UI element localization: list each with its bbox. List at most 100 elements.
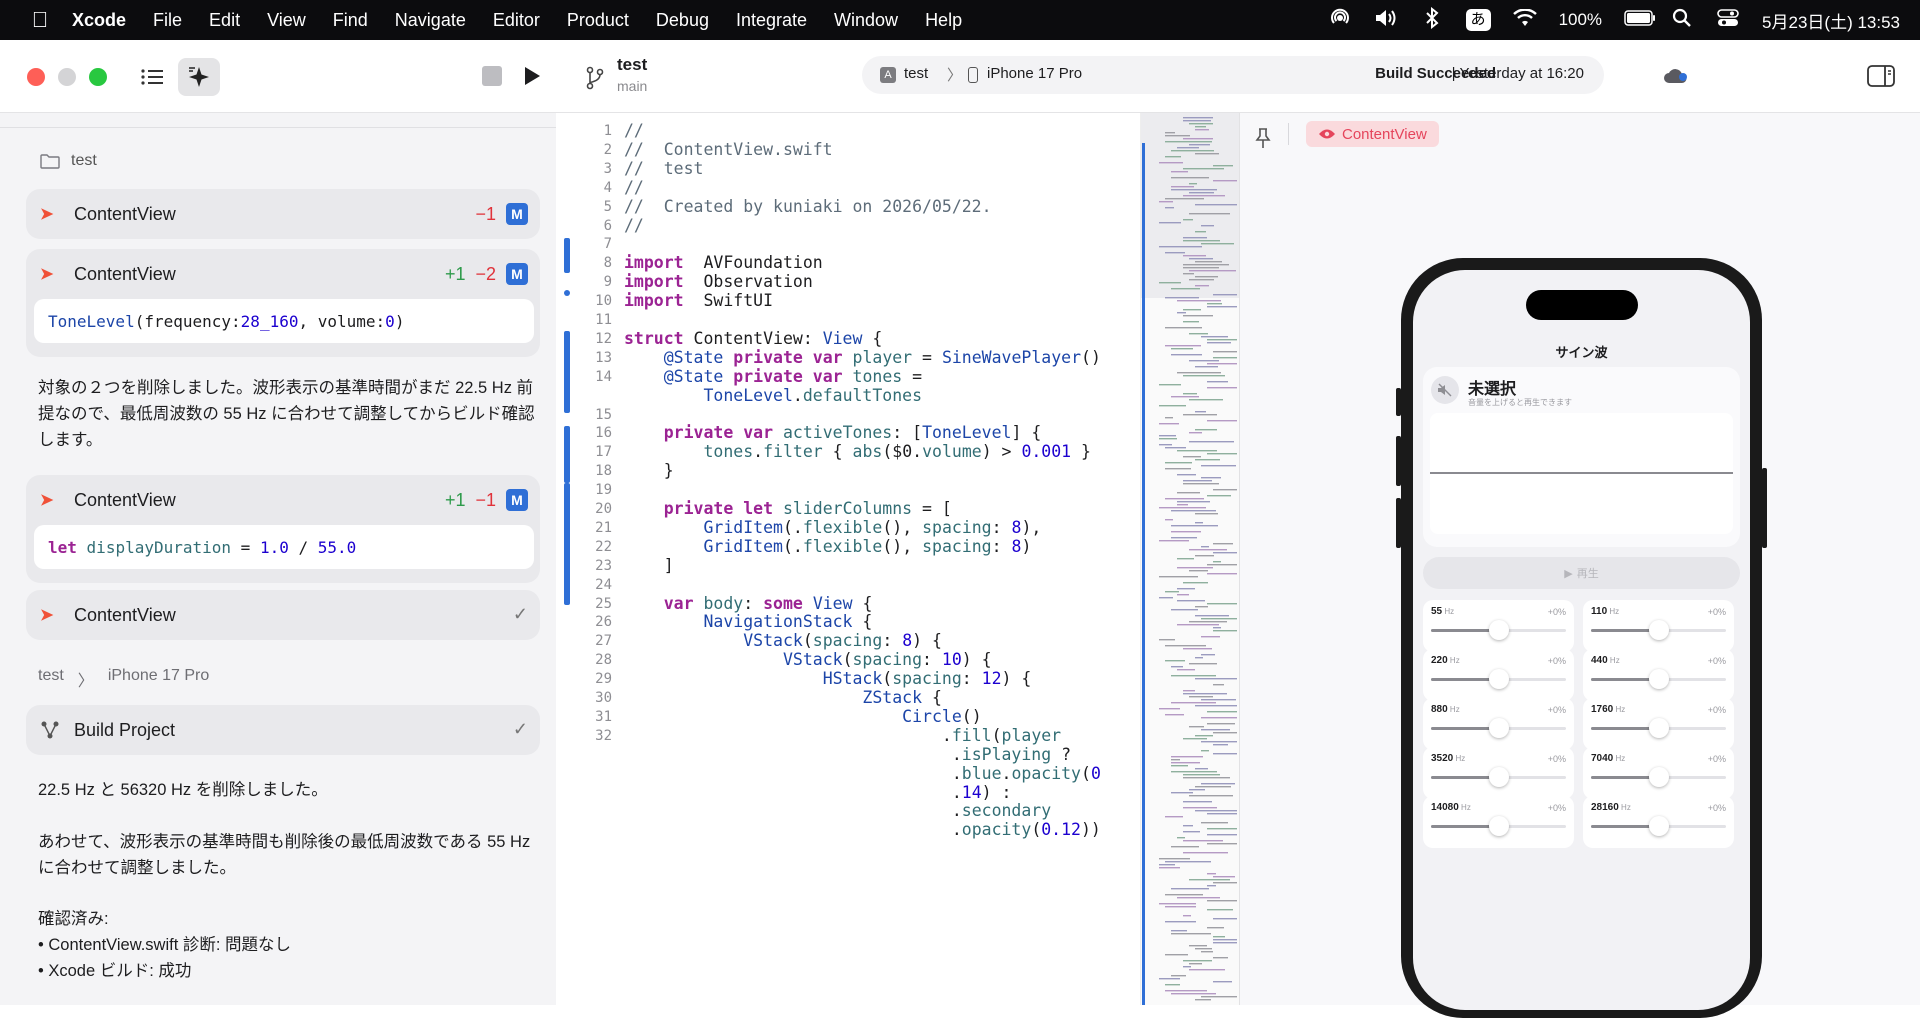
volume-slider-knob[interactable]: [1648, 620, 1669, 640]
volume-slider[interactable]: [1591, 816, 1726, 836]
minimap[interactable]: [1140, 113, 1240, 1005]
code-line[interactable]: import AVFoundation: [624, 253, 823, 272]
code-line[interactable]: GridItem(.flexible(), spacing: 8),: [624, 518, 1041, 537]
code-line[interactable]: //: [624, 121, 644, 140]
menu-window[interactable]: Window: [834, 10, 898, 31]
code-line[interactable]: private let sliderColumns = [: [624, 499, 952, 518]
volume-slider-knob[interactable]: [1488, 816, 1509, 836]
code-line[interactable]: // ContentView.swift: [624, 140, 833, 159]
volume-slider[interactable]: [1431, 718, 1566, 738]
code-line[interactable]: GridItem(.flexible(), spacing: 8): [624, 537, 1031, 556]
volume-slider[interactable]: [1431, 767, 1566, 787]
zoom-window-button[interactable]: [89, 68, 107, 86]
code-line[interactable]: import Observation: [624, 272, 813, 291]
apple-menu-icon[interactable]: : [22, 7, 58, 33]
volume-slider[interactable]: [1591, 669, 1726, 689]
build-project-card[interactable]: Build Project ✓: [26, 705, 540, 755]
source-editor[interactable]: 1 2 3 4 5 6 7 8 9 10 11 12 13 14 15 16 17 18 19 20 21 22 23 24 2…: [556, 113, 1140, 1005]
code-line[interactable]: .fill(player: [624, 726, 1061, 745]
code-line[interactable]: // test: [624, 159, 703, 178]
code-line[interactable]: private var activeTones: [ToneLevel] {: [624, 423, 1042, 442]
menu-navigate[interactable]: Navigate: [395, 10, 466, 31]
volume-slider-knob[interactable]: [1488, 669, 1509, 689]
pin-preview-icon[interactable]: [1254, 127, 1272, 154]
volume-slider-knob[interactable]: [1648, 767, 1669, 787]
code-line[interactable]: .isPlaying ?: [624, 745, 1071, 764]
volume-slider[interactable]: [1591, 620, 1726, 640]
battery-icon[interactable]: [1624, 9, 1656, 31]
spotlight-search-icon[interactable]: [1670, 8, 1694, 33]
volume-slider[interactable]: [1591, 718, 1726, 738]
code-line[interactable]: var body: some View {: [624, 594, 873, 613]
code-line[interactable]: @State private var player = SineWavePlay…: [624, 348, 1101, 367]
preview-tag[interactable]: ContentView: [1306, 121, 1439, 147]
code-line[interactable]: NavigationStack {: [624, 612, 872, 631]
volume-icon[interactable]: [1374, 8, 1398, 33]
close-window-button[interactable]: [27, 68, 45, 86]
breadcrumb-device[interactable]: iPhone 17 Pro: [108, 667, 209, 691]
volume-slider-knob[interactable]: [1488, 718, 1509, 738]
menu-integrate[interactable]: Integrate: [736, 10, 807, 31]
menu-editor[interactable]: Editor: [493, 10, 540, 31]
menu-help[interactable]: Help: [925, 10, 962, 31]
menu-find[interactable]: Find: [333, 10, 368, 31]
menu-file[interactable]: File: [153, 10, 182, 31]
run-button[interactable]: [520, 64, 544, 88]
code-line[interactable]: ToneLevel.defaultTones: [624, 386, 922, 405]
code-line[interactable]: .secondary: [624, 801, 1051, 820]
wifi-icon[interactable]: [1512, 7, 1537, 32]
run-destination-selector[interactable]: iPhone 17 Pro: [987, 65, 1082, 82]
minimize-window-button[interactable]: [58, 68, 76, 86]
code-line[interactable]: // Created by kuniaki on 2026/05/22.: [624, 197, 992, 216]
code-line[interactable]: ]: [624, 556, 674, 575]
breadcrumb-project[interactable]: test: [38, 667, 64, 691]
scheme-selector[interactable]: test: [904, 65, 928, 82]
file-change-card[interactable]: ➤ ContentView ✓: [26, 590, 540, 640]
navigator-list-icon[interactable]: [139, 60, 165, 94]
stop-button[interactable]: [482, 66, 502, 86]
volume-slider-knob[interactable]: [1648, 718, 1669, 738]
code-line[interactable]: //: [624, 178, 644, 197]
menu-edit[interactable]: Edit: [209, 10, 240, 31]
menu-product[interactable]: Product: [567, 10, 629, 31]
menu-view[interactable]: View: [267, 10, 306, 31]
folder-row[interactable]: test: [40, 152, 97, 170]
play-button[interactable]: ▶ 再生: [1423, 557, 1740, 589]
input-mode-indicator[interactable]: あ: [1465, 9, 1491, 31]
code-line[interactable]: }: [624, 461, 674, 480]
volume-slider[interactable]: [1431, 620, 1566, 640]
code-line[interactable]: VStack(spacing: 10) {: [624, 650, 992, 669]
code-line[interactable]: .14) :: [624, 783, 1012, 802]
volume-slider[interactable]: [1591, 767, 1726, 787]
code-line[interactable]: VStack(spacing: 8) {: [624, 631, 942, 650]
code-line[interactable]: tones.filter { abs($0.volume) > 0.001 }: [624, 442, 1091, 461]
coding-assistant-sparkle-icon[interactable]: [178, 58, 220, 96]
code-line[interactable]: ZStack {: [624, 688, 941, 707]
volume-slider[interactable]: [1431, 816, 1566, 836]
menubar-clock[interactable]: 5月23日(土) 13:53: [1762, 8, 1900, 33]
code-line[interactable]: struct ContentView: View {: [624, 329, 882, 348]
code-token: private var: [733, 347, 843, 367]
cloud-status-icon[interactable]: [1660, 62, 1692, 90]
volume-slider-knob[interactable]: [1488, 767, 1509, 787]
code-line[interactable]: HStack(spacing: 12) {: [624, 669, 1032, 688]
file-change-card[interactable]: ➤ ContentView +1 −1 M let displayDuration =…: [26, 475, 540, 583]
menu-debug[interactable]: Debug: [656, 10, 709, 31]
inspector-toggle-icon[interactable]: [1866, 62, 1896, 90]
code-line[interactable]: @State private var tones =: [624, 367, 922, 386]
code-line[interactable]: .blue.opacity(0: [624, 764, 1101, 783]
volume-slider[interactable]: [1431, 669, 1566, 689]
code-line[interactable]: .opacity(0.12)): [624, 820, 1101, 839]
airdrop-icon[interactable]: [1328, 7, 1352, 34]
volume-slider-knob[interactable]: [1648, 669, 1669, 689]
bluetooth-icon[interactable]: [1420, 6, 1444, 34]
code-line[interactable]: import SwiftUI: [624, 291, 773, 310]
control-center-icon[interactable]: [1716, 8, 1740, 33]
code-line[interactable]: Circle(): [624, 707, 981, 726]
volume-slider-knob[interactable]: [1648, 816, 1669, 836]
file-change-card[interactable]: ➤ ContentView −1 M: [26, 189, 540, 239]
volume-slider-knob[interactable]: [1488, 620, 1509, 640]
file-change-card[interactable]: ➤ ContentView +1 −2 M ToneLevel (frequency: …: [26, 249, 540, 357]
code-line[interactable]: //: [624, 216, 644, 235]
menu-app-name[interactable]: Xcode: [72, 10, 126, 31]
